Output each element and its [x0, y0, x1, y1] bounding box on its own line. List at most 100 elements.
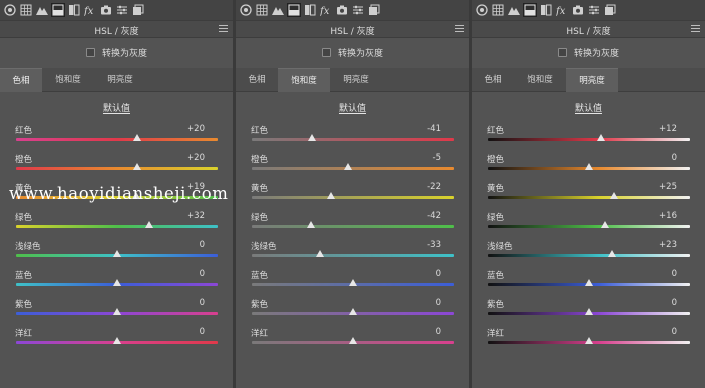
slider-value[interactable]: -41	[427, 124, 441, 134]
camera-icon[interactable]	[100, 4, 112, 16]
convert-to-grayscale[interactable]: 转换为灰度	[472, 45, 705, 59]
mountains-icon[interactable]	[508, 4, 520, 16]
slider-thumb[interactable]	[306, 221, 315, 228]
hsl-panel-icon[interactable]	[287, 3, 301, 17]
slider-thumb[interactable]	[608, 250, 617, 257]
sliders-icon[interactable]	[116, 4, 128, 16]
slider-thumb[interactable]	[315, 250, 324, 257]
slider-value[interactable]: 0	[672, 327, 677, 337]
slider-track[interactable]	[488, 225, 690, 228]
slider-track[interactable]	[16, 225, 218, 228]
tab-luminance[interactable]: 明亮度	[94, 68, 146, 92]
slider-track[interactable]	[252, 196, 454, 199]
slider-value[interactable]: 0	[672, 298, 677, 308]
slider-thumb[interactable]	[113, 250, 121, 257]
grayscale-checkbox[interactable]	[557, 47, 567, 57]
mountains-icon[interactable]	[36, 4, 48, 16]
slider-thumb[interactable]	[349, 308, 357, 315]
slider-value[interactable]: -42	[427, 211, 441, 221]
slider-thumb[interactable]	[133, 134, 142, 141]
slider-thumb[interactable]	[585, 163, 593, 170]
slider-value[interactable]: +12	[659, 124, 677, 134]
slider-value[interactable]: 0	[200, 240, 205, 250]
split-toning-icon[interactable]	[540, 4, 552, 16]
panel-menu-icon[interactable]	[455, 25, 464, 34]
tab-luminance[interactable]: 明亮度	[330, 68, 382, 92]
slider-value[interactable]: +23	[659, 240, 677, 250]
slider-thumb[interactable]	[343, 163, 352, 170]
presets-icon[interactable]	[132, 4, 144, 16]
slider-thumb[interactable]	[133, 163, 142, 170]
slider-track[interactable]	[16, 138, 218, 141]
slider-value[interactable]: +20	[187, 153, 205, 163]
fx-icon[interactable]: fx	[556, 4, 568, 16]
grid-icon[interactable]	[492, 4, 504, 16]
tab-hue[interactable]: 色相	[236, 68, 278, 92]
slider-thumb[interactable]	[326, 192, 335, 199]
aperture-icon[interactable]	[476, 4, 488, 16]
slider-thumb[interactable]	[585, 308, 593, 315]
sliders-icon[interactable]	[588, 4, 600, 16]
slider-thumb[interactable]	[113, 337, 121, 344]
slider-track[interactable]	[488, 254, 690, 257]
slider-value[interactable]: 0	[436, 327, 441, 337]
tab-hue[interactable]: 色相	[0, 68, 42, 92]
slider-value[interactable]: 0	[672, 269, 677, 279]
presets-icon[interactable]	[604, 4, 616, 16]
slider-thumb[interactable]	[601, 221, 610, 228]
panel-menu-icon[interactable]	[691, 25, 700, 34]
aperture-icon[interactable]	[240, 4, 252, 16]
reset-defaults-link[interactable]: 默认值	[472, 101, 705, 114]
slider-value[interactable]: +32	[187, 211, 205, 221]
grid-icon[interactable]	[256, 4, 268, 16]
split-toning-icon[interactable]	[68, 4, 80, 16]
camera-icon[interactable]	[572, 4, 584, 16]
slider-value[interactable]: -33	[427, 240, 441, 250]
reset-defaults-link[interactable]: 默认值	[236, 101, 469, 114]
tab-luminance[interactable]: 明亮度	[566, 68, 618, 92]
slider-thumb[interactable]	[585, 279, 593, 286]
hsl-panel-icon[interactable]	[523, 3, 537, 17]
slider-thumb[interactable]	[610, 192, 619, 199]
slider-value[interactable]: 0	[200, 269, 205, 279]
slider-thumb[interactable]	[349, 279, 357, 286]
slider-track[interactable]	[252, 254, 454, 257]
split-toning-icon[interactable]	[304, 4, 316, 16]
slider-thumb[interactable]	[597, 134, 606, 141]
slider-track[interactable]	[252, 167, 454, 170]
grayscale-checkbox[interactable]	[321, 47, 331, 57]
slider-thumb[interactable]	[113, 308, 121, 315]
fx-icon[interactable]: fx	[84, 4, 96, 16]
slider-value[interactable]: -22	[427, 182, 441, 192]
camera-icon[interactable]	[336, 4, 348, 16]
sliders-icon[interactable]	[352, 4, 364, 16]
slider-track[interactable]	[488, 196, 690, 199]
aperture-icon[interactable]	[4, 4, 16, 16]
hsl-panel-icon[interactable]	[51, 3, 65, 17]
presets-icon[interactable]	[368, 4, 380, 16]
slider-value[interactable]: 0	[200, 298, 205, 308]
mountains-icon[interactable]	[272, 4, 284, 16]
slider-value[interactable]: +16	[659, 211, 677, 221]
slider-value[interactable]: +25	[659, 182, 677, 192]
tab-saturation[interactable]: 饱和度	[278, 68, 330, 92]
slider-thumb[interactable]	[145, 221, 154, 228]
slider-track[interactable]	[252, 138, 454, 141]
panel-menu-icon[interactable]	[219, 25, 228, 34]
convert-to-grayscale[interactable]: 转换为灰度	[0, 45, 233, 59]
slider-value[interactable]: -5	[433, 153, 441, 163]
slider-value[interactable]: 0	[200, 327, 205, 337]
slider-thumb[interactable]	[113, 279, 121, 286]
tab-hue[interactable]: 色相	[472, 68, 514, 92]
tab-saturation[interactable]: 饱和度	[42, 68, 94, 92]
grayscale-checkbox[interactable]	[85, 47, 95, 57]
slider-value[interactable]: 0	[436, 269, 441, 279]
slider-value[interactable]: +20	[187, 124, 205, 134]
slider-value[interactable]: 0	[436, 298, 441, 308]
slider-track[interactable]	[16, 167, 218, 170]
slider-track[interactable]	[488, 138, 690, 141]
convert-to-grayscale[interactable]: 转换为灰度	[236, 45, 469, 59]
slider-thumb[interactable]	[349, 337, 357, 344]
slider-value[interactable]: 0	[672, 153, 677, 163]
reset-defaults-link[interactable]: 默认值	[0, 101, 233, 114]
